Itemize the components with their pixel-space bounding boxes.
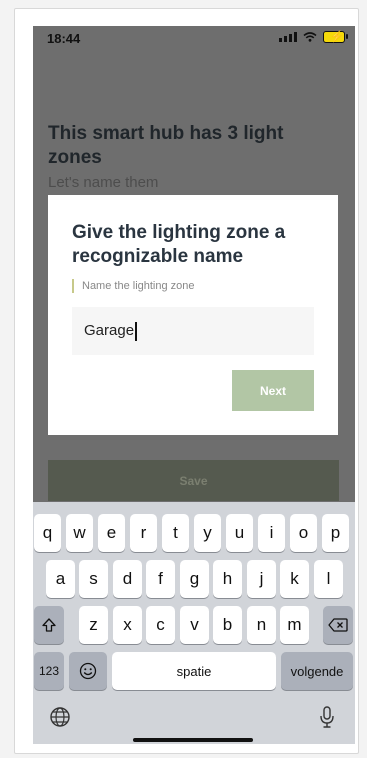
key-n[interactable]: n: [247, 606, 276, 644]
save-button[interactable]: Save: [48, 460, 339, 501]
key-p[interactable]: p: [322, 514, 349, 552]
key-k[interactable]: k: [280, 560, 309, 598]
key-h[interactable]: h: [213, 560, 242, 598]
wifi-icon: [303, 32, 317, 42]
battery-icon: ⚡: [323, 31, 348, 43]
shift-key[interactable]: [34, 606, 64, 644]
key-s[interactable]: s: [79, 560, 108, 598]
key-e[interactable]: e: [98, 514, 125, 552]
key-y[interactable]: y: [194, 514, 221, 552]
key-x[interactable]: x: [113, 606, 142, 644]
return-key[interactable]: volgende: [281, 652, 353, 690]
key-v[interactable]: v: [180, 606, 209, 644]
key-w[interactable]: w: [66, 514, 93, 552]
home-indicator: [133, 738, 253, 742]
signal-icon: [279, 32, 297, 42]
text-caret: [135, 321, 137, 341]
screen-title: This smart hub has 3 light zones: [48, 123, 284, 168]
name-zone-dialog: Give the lighting zone a recognizable na…: [48, 195, 338, 435]
key-g[interactable]: g: [180, 560, 209, 598]
key-d[interactable]: d: [113, 560, 142, 598]
key-f[interactable]: f: [146, 560, 175, 598]
backspace-icon: [328, 618, 348, 632]
phone-screen: 18:44 ⚡ This smart hub has 3 light zones…: [33, 26, 355, 744]
keyboard: q w e r t y u i o p a s d f g h j k l z …: [33, 502, 355, 744]
key-i[interactable]: i: [258, 514, 285, 552]
shift-icon: [42, 618, 56, 632]
dialog-title: Give the lighting zone a recognizable na…: [72, 222, 286, 267]
key-o[interactable]: o: [290, 514, 317, 552]
globe-icon[interactable]: [49, 706, 71, 728]
zone-name-value: Garage: [84, 322, 135, 339]
status-time: 18:44: [47, 31, 81, 46]
key-a[interactable]: a: [46, 560, 75, 598]
key-q[interactable]: q: [34, 514, 61, 552]
key-u[interactable]: u: [226, 514, 253, 552]
status-icons: ⚡: [279, 31, 348, 43]
zone-name-label: Name the lighting zone: [72, 279, 195, 293]
backspace-key[interactable]: [323, 606, 353, 644]
key-t[interactable]: t: [162, 514, 189, 552]
key-l[interactable]: l: [314, 560, 343, 598]
space-key[interactable]: spatie: [112, 652, 276, 690]
emoji-key[interactable]: [69, 652, 107, 690]
next-button[interactable]: Next: [232, 370, 314, 411]
zone-name-input[interactable]: Garage: [72, 307, 314, 355]
key-j[interactable]: j: [247, 560, 276, 598]
key-m[interactable]: m: [280, 606, 309, 644]
key-r[interactable]: r: [130, 514, 157, 552]
numbers-key[interactable]: 123: [34, 652, 64, 690]
key-c[interactable]: c: [146, 606, 175, 644]
key-z[interactable]: z: [79, 606, 108, 644]
microphone-icon[interactable]: [319, 705, 335, 729]
emoji-icon: [79, 662, 97, 680]
screen-subtitle: Let's name them: [48, 174, 159, 191]
status-bar: 18:44 ⚡: [33, 26, 355, 50]
key-b[interactable]: b: [213, 606, 242, 644]
